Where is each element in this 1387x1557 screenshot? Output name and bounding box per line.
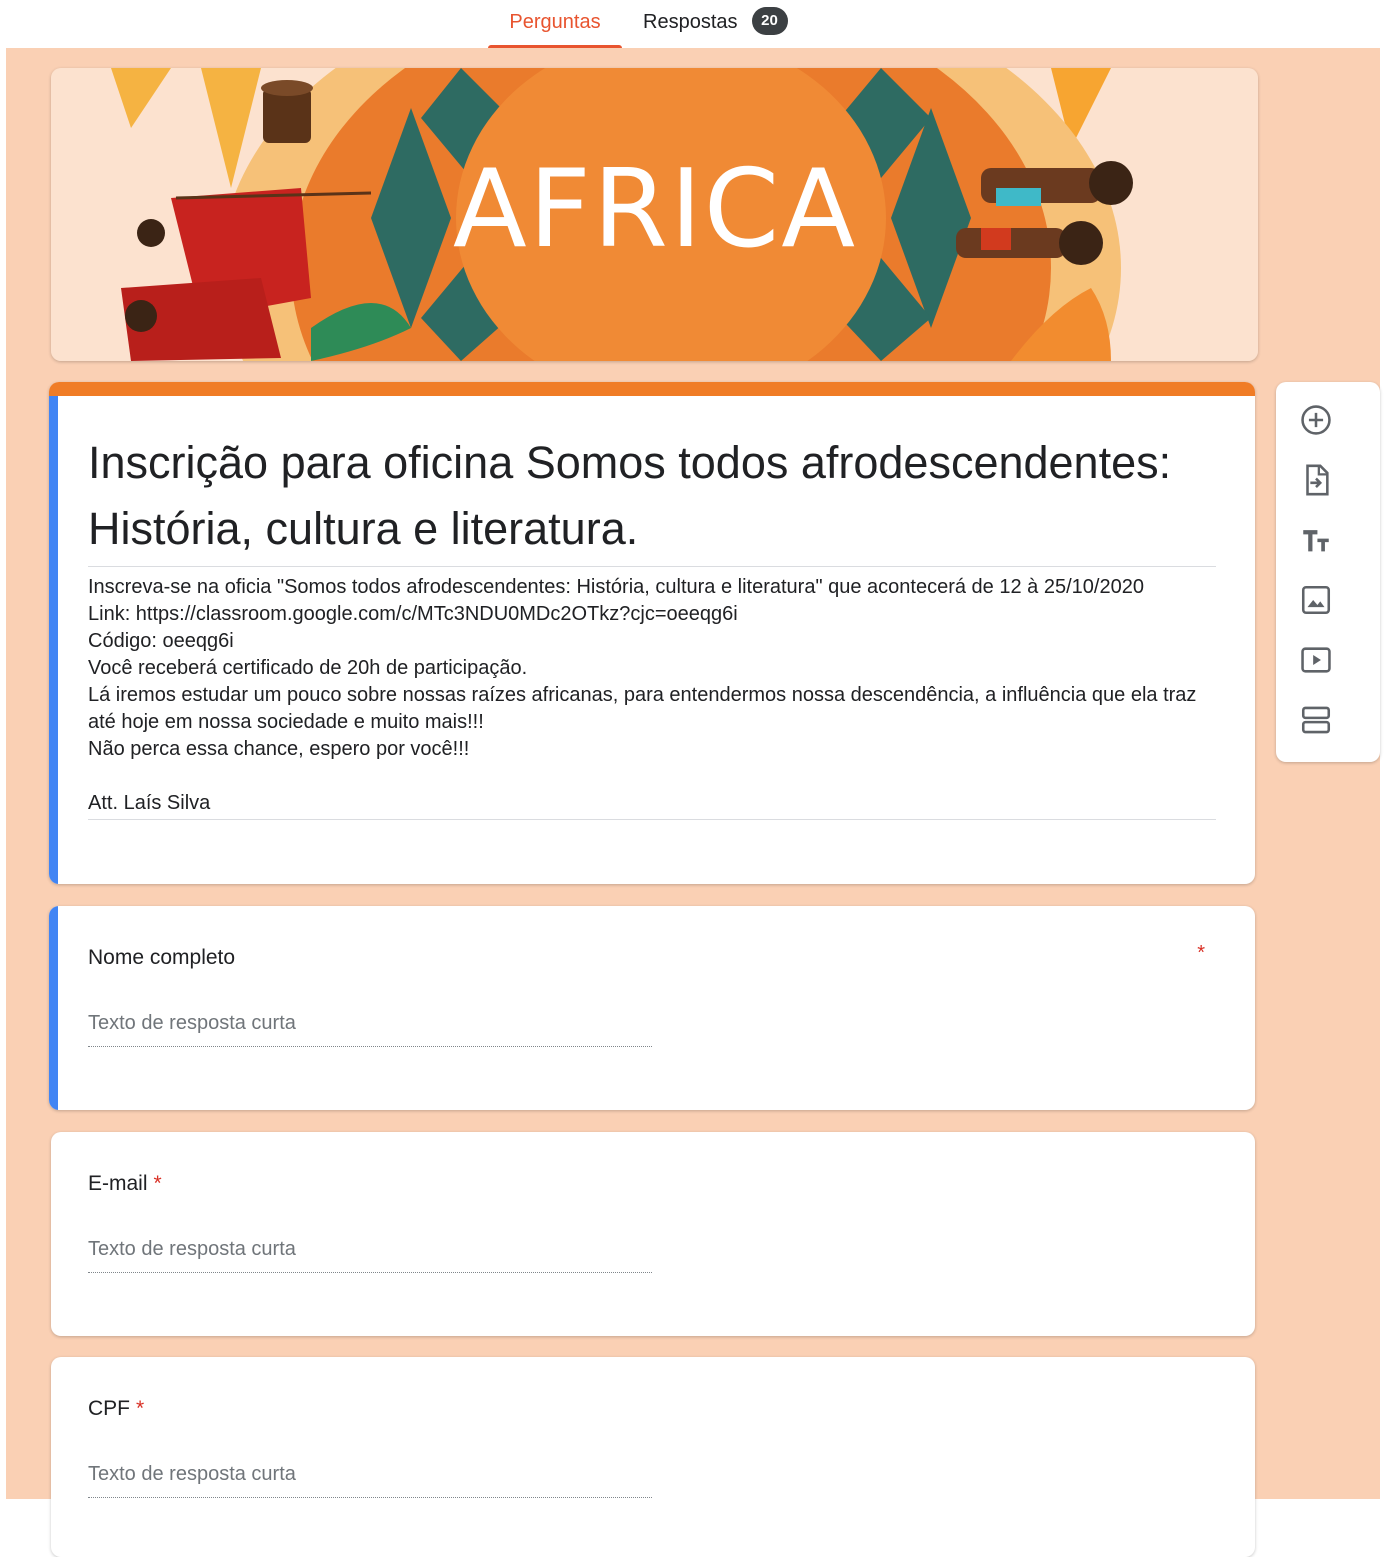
active-indicator-bar (49, 396, 58, 884)
tab-perguntas-label: Perguntas (509, 11, 601, 33)
question-card-email[interactable]: E-mail * Texto de resposta curta (51, 1132, 1255, 1336)
add-video-icon[interactable] (1298, 642, 1334, 678)
theme-color-strip (49, 382, 1255, 396)
question-title[interactable]: Nome completo (88, 946, 235, 970)
question-title: CPF (88, 1397, 130, 1420)
short-answer-placeholder: Texto de resposta curta (88, 1012, 652, 1047)
short-answer-placeholder: Texto de resposta curta (88, 1238, 652, 1273)
question-card-cpf[interactable]: CPF * Texto de resposta curta (51, 1357, 1255, 1557)
short-answer-placeholder: Texto de resposta curta (88, 1463, 652, 1498)
tab-respostas[interactable]: Respostas 20 (643, 0, 788, 48)
form-title-card[interactable]: Inscrição para oficina Somos todos afrod… (49, 382, 1255, 884)
required-asterisk: * (1197, 942, 1205, 964)
add-section-icon[interactable] (1298, 702, 1334, 738)
question-title-row[interactable]: CPF * (88, 1397, 144, 1421)
add-image-icon[interactable] (1298, 582, 1334, 618)
banner-title-art: AFRICA (453, 147, 857, 272)
floating-toolbar (1276, 382, 1380, 762)
import-questions-icon[interactable] (1298, 462, 1334, 498)
question-title: E-mail (88, 1172, 148, 1195)
top-tabs: Perguntas Respostas 20 (0, 0, 1387, 48)
form-description[interactable]: Inscreva-se na oficia "Somos todos afrod… (88, 574, 1216, 820)
required-asterisk: * (136, 1397, 145, 1420)
active-indicator-bar (49, 906, 58, 1110)
form-title[interactable]: Inscrição para oficina Somos todos afrod… (88, 430, 1216, 567)
form-canvas: AFRICA Inscrição para oficina Somos todo… (6, 48, 1380, 1557)
header-banner-image: AFRICA (51, 68, 1258, 361)
responses-count-badge: 20 (751, 6, 788, 35)
question-title-row[interactable]: E-mail * (88, 1172, 162, 1196)
add-title-icon[interactable] (1298, 522, 1334, 558)
banner-illustration: AFRICA (51, 68, 1258, 361)
required-asterisk: * (153, 1172, 162, 1195)
tab-perguntas[interactable]: Perguntas (488, 0, 622, 48)
add-question-icon[interactable] (1298, 402, 1334, 438)
tab-respostas-label: Respostas (643, 11, 738, 33)
question-card-nome[interactable]: Nome completo * Texto de resposta curta (49, 906, 1255, 1110)
